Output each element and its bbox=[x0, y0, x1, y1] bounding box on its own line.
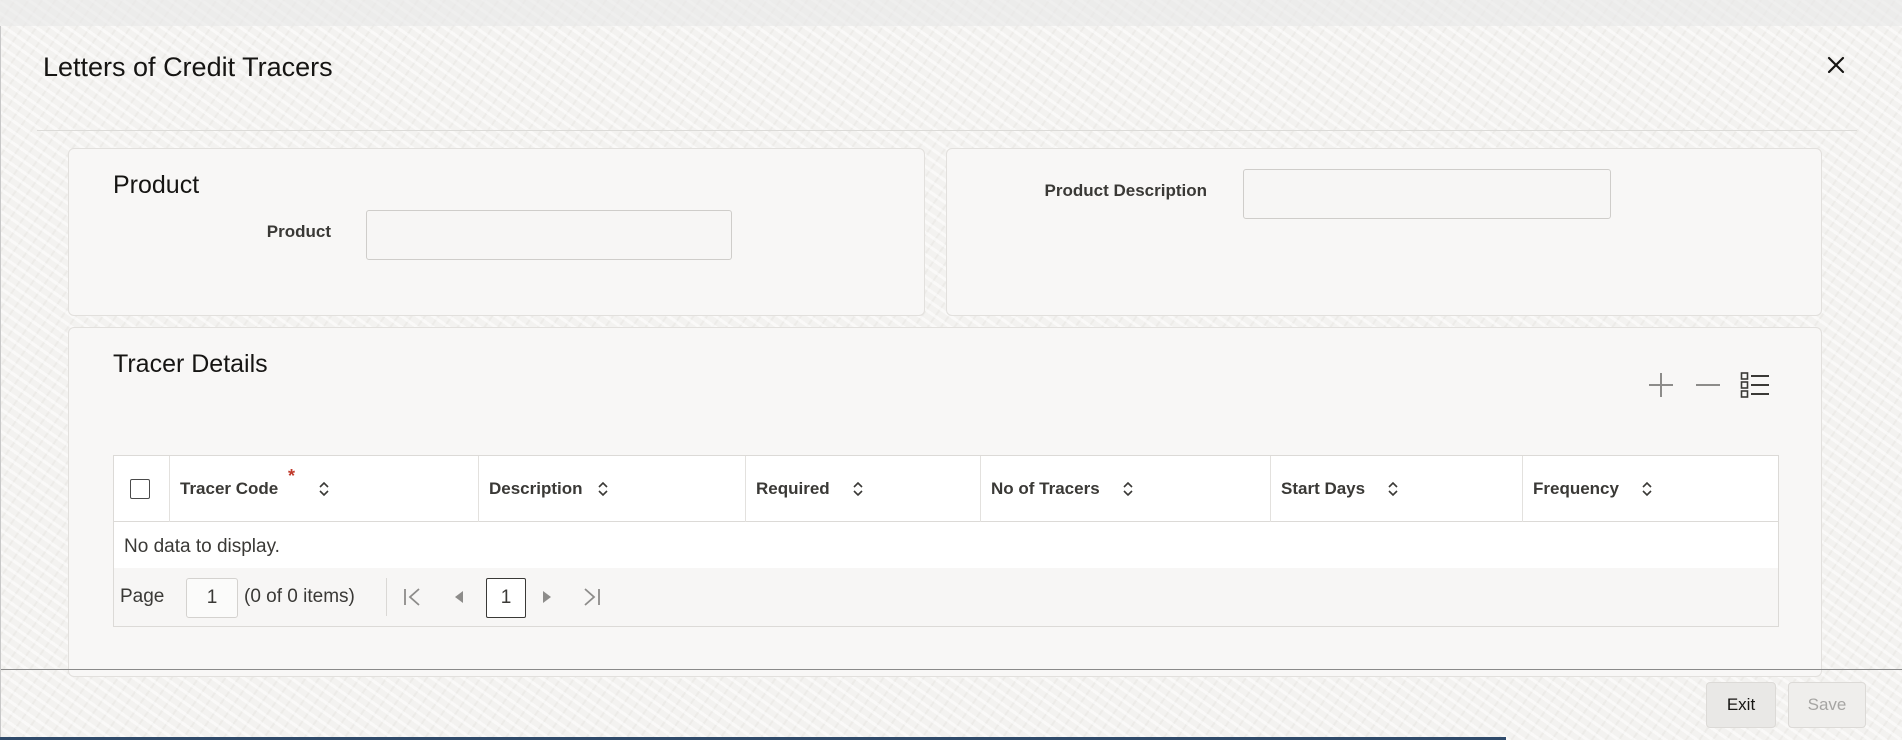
column-label: Frequency bbox=[1533, 479, 1619, 498]
table-header: Tracer Code * Description Required No of… bbox=[114, 456, 1778, 522]
previous-page-icon bbox=[455, 591, 463, 603]
background-header-strip bbox=[0, 0, 1902, 26]
sort-icon[interactable] bbox=[597, 481, 609, 497]
footer-divider bbox=[1, 669, 1902, 670]
product-label: Product bbox=[266, 222, 331, 241]
first-page-button[interactable] bbox=[398, 582, 428, 612]
page-label: Page bbox=[120, 586, 165, 607]
tracer-details-heading: Tracer Details bbox=[113, 350, 268, 378]
current-page[interactable]: 1 bbox=[486, 578, 526, 618]
item-count: (0 of 0 items) bbox=[244, 586, 355, 607]
column-frequency[interactable]: Frequency bbox=[1523, 456, 1778, 522]
save-button[interactable]: Save bbox=[1788, 682, 1866, 728]
page-number-input[interactable]: 1 bbox=[186, 578, 238, 618]
column-description[interactable]: Description bbox=[479, 456, 746, 522]
tracer-details-panel: Tracer Details Tracer Code * Description… bbox=[68, 327, 1822, 677]
required-marker: * bbox=[288, 466, 296, 486]
product-input[interactable] bbox=[366, 210, 732, 260]
tracer-table: Tracer Code * Description Required No of… bbox=[113, 455, 1779, 627]
product-description-panel: Product Description bbox=[946, 148, 1822, 316]
remove-row-button[interactable] bbox=[1691, 368, 1725, 402]
sort-icon[interactable] bbox=[1641, 481, 1653, 497]
close-icon bbox=[1827, 56, 1845, 74]
sort-icon[interactable] bbox=[1387, 481, 1399, 497]
column-label: Description bbox=[489, 479, 583, 498]
column-label: No of Tracers bbox=[991, 479, 1100, 498]
close-button[interactable] bbox=[1821, 50, 1851, 80]
column-start-days[interactable]: Start Days bbox=[1271, 456, 1523, 522]
pagination-bar: Page 1 (0 of 0 items) 1 bbox=[114, 568, 1778, 626]
sort-icon[interactable] bbox=[1122, 481, 1134, 497]
column-tracer-code[interactable]: Tracer Code * bbox=[170, 456, 479, 522]
first-page-icon bbox=[404, 588, 420, 606]
next-page-button[interactable] bbox=[532, 582, 562, 612]
column-label: Start Days bbox=[1281, 479, 1366, 498]
column-required[interactable]: Required bbox=[746, 456, 981, 522]
select-all-checkbox[interactable] bbox=[130, 479, 150, 499]
add-row-button[interactable] bbox=[1644, 368, 1678, 402]
list-icon bbox=[1740, 372, 1769, 398]
tracers-dialog: Letters of Credit Tracers Product Produc… bbox=[0, 26, 1902, 740]
product-heading: Product bbox=[113, 171, 200, 199]
empty-table-message: No data to display. bbox=[124, 536, 280, 557]
plus-icon bbox=[1649, 373, 1673, 397]
exit-button[interactable]: Exit bbox=[1706, 682, 1776, 728]
column-no-of-tracers[interactable]: No of Tracers bbox=[981, 456, 1271, 522]
last-page-button[interactable] bbox=[576, 582, 606, 612]
minus-icon bbox=[1696, 384, 1720, 386]
dialog-title: Letters of Credit Tracers bbox=[43, 52, 333, 82]
previous-page-button[interactable] bbox=[444, 582, 474, 612]
sort-icon[interactable] bbox=[852, 481, 864, 497]
next-page-icon bbox=[543, 591, 551, 603]
column-label: Tracer Code bbox=[180, 479, 279, 498]
select-all-column bbox=[114, 456, 170, 522]
product-description-label: Product Description bbox=[1044, 181, 1207, 200]
sort-icon[interactable] bbox=[318, 481, 330, 497]
column-list-button[interactable] bbox=[1738, 368, 1772, 402]
product-description-input[interactable] bbox=[1243, 169, 1611, 219]
product-panel: Product Product bbox=[68, 148, 925, 316]
title-divider bbox=[37, 130, 1857, 131]
column-label: Required bbox=[756, 479, 830, 498]
pager-divider bbox=[386, 578, 387, 616]
last-page-icon bbox=[584, 588, 600, 606]
